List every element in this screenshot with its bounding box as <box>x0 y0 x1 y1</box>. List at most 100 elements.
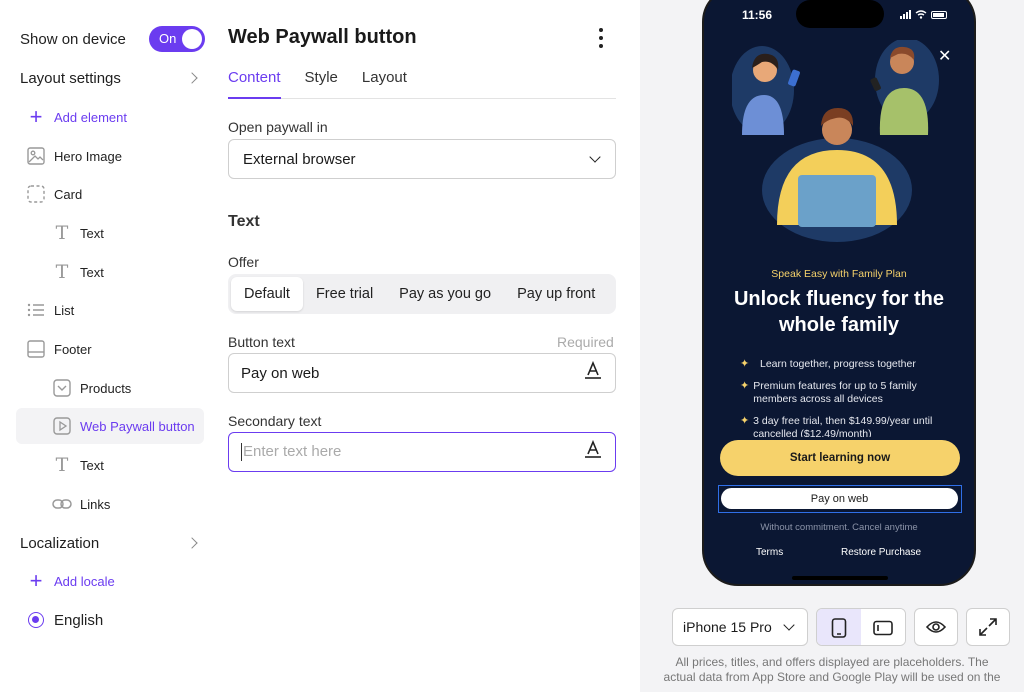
sparkle-icon: ✦ <box>740 380 750 392</box>
offer-option-free-trial[interactable]: Free trial <box>303 277 386 311</box>
web-paywall-button-selection[interactable]: Pay on web <box>718 485 962 513</box>
preview-eye-button[interactable] <box>914 608 958 646</box>
tree-item-text[interactable]: T Text <box>52 254 104 290</box>
device-select-value: iPhone 15 Pro <box>683 619 772 635</box>
start-learning-button[interactable]: Start learning now <box>720 440 960 476</box>
tree-item-card[interactable]: Card <box>26 176 82 212</box>
card-icon <box>26 184 46 204</box>
tree-item-products[interactable]: Products <box>52 370 131 406</box>
placeholder-note: All prices, titles, and offers displayed… <box>663 655 1001 684</box>
device-preview: 11:56 ✕ Speak Easy with Family Plan Unlo… <box>640 0 1024 692</box>
show-on-device-row: Show on device On <box>20 26 205 52</box>
tree-item-label: Products <box>80 380 132 396</box>
sparkle-icon: ✦ <box>740 358 750 370</box>
family-illustration <box>732 40 939 242</box>
feature-item: ✦ Premium features for up to 5 family me… <box>740 380 950 406</box>
layout-settings-row[interactable]: Layout settings <box>20 66 202 90</box>
status-icons <box>900 10 947 19</box>
tree-item-label: Card <box>54 186 83 202</box>
locale-label: English <box>54 611 104 629</box>
translate-icon[interactable] <box>583 360 603 385</box>
landscape-button[interactable] <box>861 609 905 645</box>
pay-on-web-button[interactable]: Pay on web <box>721 488 958 509</box>
expand-icon <box>979 618 997 636</box>
phone-frame: 11:56 ✕ Speak Easy with Family Plan Unlo… <box>702 0 976 586</box>
feature-text: 3 day free trial, then $149.99/year unti… <box>753 415 933 437</box>
status-time: 11:56 <box>742 8 773 22</box>
portrait-button[interactable] <box>817 609 861 645</box>
tree-item-web-paywall-button[interactable]: Web Paywall button <box>16 408 204 444</box>
terms-link[interactable]: Terms <box>756 547 783 558</box>
footer-icon <box>26 339 46 359</box>
offer-option-default[interactable]: Default <box>231 277 303 311</box>
orientation-toggle <box>816 608 906 646</box>
list-icon <box>26 300 46 320</box>
locale-english[interactable]: English <box>26 602 103 638</box>
tree-item-hero-image[interactable]: Hero Image <box>26 138 122 174</box>
tab-layout[interactable]: Layout <box>362 69 407 99</box>
plus-icon: + <box>29 568 43 593</box>
secondary-text-input[interactable]: Enter text here <box>228 432 616 472</box>
tree-item-text[interactable]: T Text <box>52 447 104 483</box>
offer-option-pay-up-front[interactable]: Pay up front <box>504 277 608 311</box>
secondary-text-placeholder: Enter text here <box>243 442 342 460</box>
fullscreen-button[interactable] <box>966 608 1010 646</box>
link-icon <box>52 494 72 514</box>
offer-segmented-control: Default Free trial Pay as you go Pay up … <box>228 274 616 314</box>
add-element-button[interactable]: + Add element <box>26 99 127 135</box>
tree-item-links[interactable]: Links <box>52 486 110 522</box>
translate-icon[interactable] <box>583 439 603 464</box>
open-paywall-value: External browser <box>243 150 356 168</box>
tree-item-label: Text <box>80 457 104 473</box>
button-text-input[interactable]: Pay on web <box>228 353 616 393</box>
plus-icon: + <box>29 104 43 129</box>
tab-content[interactable]: Content <box>228 69 281 99</box>
button-text-label: Button text <box>228 334 295 350</box>
home-indicator <box>792 576 888 580</box>
open-paywall-select[interactable]: External browser <box>228 139 616 179</box>
commitment-text: Without commitment. Cancel anytime <box>760 522 918 533</box>
signal-icon <box>900 10 911 19</box>
add-locale-button[interactable]: + Add locale <box>26 563 115 599</box>
panel-tabs: Content Style Layout <box>228 69 616 99</box>
feature-item: ✦ Learn together, progress together <box>740 358 950 371</box>
feature-text: Premium features for up to 5 family memb… <box>753 380 917 405</box>
secondary-text-label: Secondary text <box>228 413 322 429</box>
tab-style[interactable]: Style <box>305 69 338 99</box>
add-locale-label: Add locale <box>54 573 115 589</box>
localization-label: Localization <box>20 534 100 552</box>
play-button-icon <box>52 416 72 436</box>
layout-settings-label: Layout settings <box>20 69 121 87</box>
tree-item-list[interactable]: List <box>26 292 74 328</box>
feature-text: Learn together, progress together <box>760 358 916 370</box>
device-select[interactable]: iPhone 15 Pro <box>672 608 808 646</box>
section-text-title: Text <box>228 213 260 230</box>
tree-item-label: List <box>54 302 75 318</box>
preview-controls: iPhone 15 Pro <box>672 608 1010 646</box>
eye-icon <box>926 621 946 633</box>
tree-item-footer[interactable]: Footer <box>26 331 92 367</box>
products-icon <box>52 378 72 398</box>
restore-purchase-link[interactable]: Restore Purchase <box>841 547 921 558</box>
tree-item-label: Text <box>80 264 104 280</box>
localization-row[interactable]: Localization <box>20 531 202 555</box>
tree-item-label: Text <box>80 225 104 241</box>
open-paywall-label: Open paywall in <box>228 119 328 135</box>
offer-option-pay-as-you-go[interactable]: Pay as you go <box>386 277 504 311</box>
text-icon: T <box>55 222 69 244</box>
chevron-right-icon <box>186 72 198 84</box>
offer-label: Offer <box>228 254 259 270</box>
more-options-icon[interactable] <box>598 28 604 48</box>
chevron-right-icon <box>186 537 198 549</box>
sparkle-icon: ✦ <box>740 415 750 427</box>
required-hint: Required <box>557 334 614 350</box>
tablet-landscape-icon <box>873 620 893 636</box>
toggle-label: On <box>159 31 177 46</box>
paywall-headline: Unlock fluency for the whole family <box>733 288 945 336</box>
properties-panel: Web Paywall button Content Style Layout … <box>228 0 618 692</box>
tree-item-text[interactable]: T Text <box>52 215 104 251</box>
add-element-label: Add element <box>54 109 127 125</box>
image-icon <box>26 146 46 166</box>
show-on-device-toggle[interactable]: On <box>149 26 205 52</box>
chevron-down-icon <box>783 619 795 631</box>
